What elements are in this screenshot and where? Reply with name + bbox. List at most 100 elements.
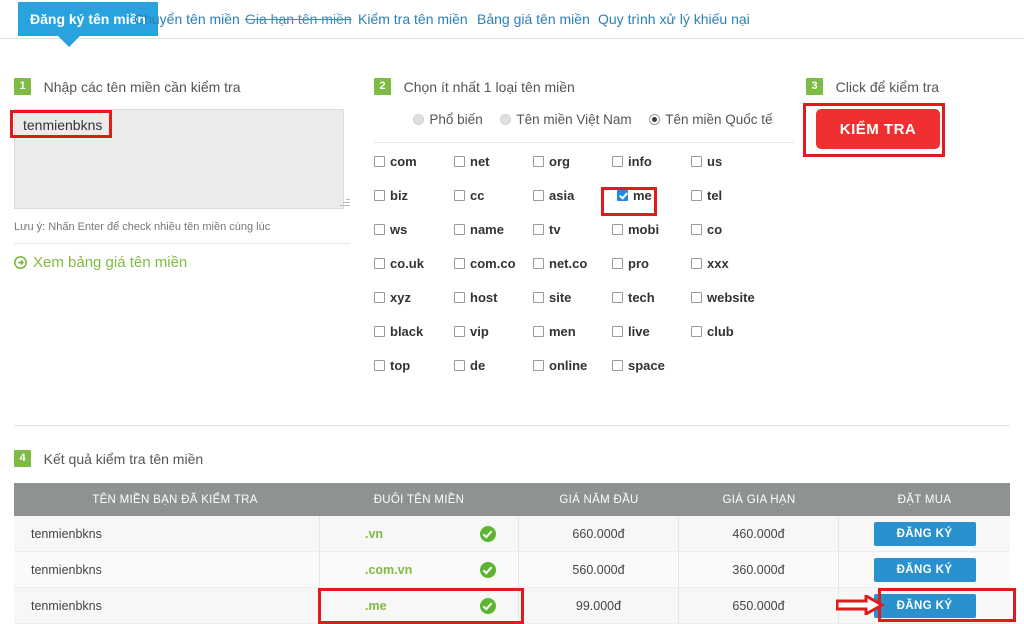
tld-checkbox-xxx[interactable]: xxx bbox=[691, 255, 729, 273]
tld-label: mobi bbox=[628, 222, 659, 237]
tld-checkbox-biz[interactable]: biz bbox=[374, 187, 408, 205]
step1-title: Nhập các tên miền cần kiểm tra bbox=[44, 79, 241, 95]
register-button[interactable]: ĐĂNG KÝ bbox=[874, 522, 976, 546]
checkbox-club-box bbox=[691, 326, 702, 337]
tld-label: co bbox=[707, 222, 722, 237]
arrow-circle-right-icon bbox=[14, 256, 27, 273]
radio-pho-bien[interactable]: Phổ biến bbox=[413, 112, 482, 127]
tld-checkbox-de[interactable]: de bbox=[454, 357, 485, 375]
tld-checkbox-us[interactable]: us bbox=[691, 153, 722, 171]
tab-quy-trinh-xu-ly-khieu-nai[interactable]: Quy trình xử lý khiếu nại bbox=[598, 0, 750, 38]
tld-checkbox-online[interactable]: online bbox=[533, 357, 587, 375]
tld-row: ws name tv mobi co bbox=[374, 221, 794, 255]
tld-checkbox-mobi[interactable]: mobi bbox=[612, 221, 659, 239]
tld-label: black bbox=[390, 324, 423, 339]
price-list-link[interactable]: Xem bảng giá tên miền bbox=[14, 254, 354, 273]
register-button[interactable]: ĐĂNG KÝ bbox=[874, 558, 976, 582]
checkbox-online-box bbox=[533, 360, 544, 371]
available-check-icon bbox=[480, 526, 496, 542]
tab-kiem-tra-ten-mien[interactable]: Kiểm tra tên miền bbox=[358, 0, 468, 38]
checkbox-space-box bbox=[612, 360, 623, 371]
cell-first-year: 99.000đ bbox=[519, 588, 679, 623]
checkbox-tel-box bbox=[691, 190, 702, 201]
tld-label: online bbox=[549, 358, 587, 373]
tld-row: xyz host site tech website bbox=[374, 289, 794, 323]
step3-badge: 3 bbox=[806, 78, 823, 95]
tab-chuyen-ten-mien[interactable]: Chuyển tên miền bbox=[134, 0, 240, 38]
tld-checkbox-net-co[interactable]: net.co bbox=[533, 255, 587, 273]
check-domain-button[interactable]: KIỂM TRA bbox=[816, 109, 940, 149]
table-row: tenmienbkns .vn 660.000đ 460.000đ ĐĂNG K… bbox=[14, 516, 1010, 552]
tld-label: site bbox=[549, 290, 571, 305]
tld-checkbox-info[interactable]: info bbox=[612, 153, 652, 171]
register-button[interactable]: ĐĂNG KÝ bbox=[874, 594, 976, 618]
tab-gia-han-ten-mien[interactable]: Gia hạn tên miền bbox=[245, 0, 352, 38]
tld-checkbox-asia[interactable]: asia bbox=[533, 187, 574, 205]
checkbox-mobi-box bbox=[612, 224, 623, 235]
checkbox-asia-box bbox=[533, 190, 544, 201]
tld-checkbox-live[interactable]: live bbox=[612, 323, 650, 341]
checkbox-net-box bbox=[454, 156, 465, 167]
step2-divider bbox=[374, 142, 794, 143]
radio-ten-mien-viet-nam-marker bbox=[500, 114, 511, 125]
tld-checkbox-black[interactable]: black bbox=[374, 323, 423, 341]
radio-pho-bien-label: Phổ biến bbox=[429, 112, 482, 127]
col1-divider bbox=[14, 243, 350, 244]
tld-checkbox-space[interactable]: space bbox=[612, 357, 665, 375]
cell-first-year: 560.000đ bbox=[519, 552, 679, 587]
tld-checkbox-site[interactable]: site bbox=[533, 289, 571, 307]
tld-checkbox-com-co[interactable]: com.co bbox=[454, 255, 516, 273]
tld-checkbox-ws[interactable]: ws bbox=[374, 221, 407, 239]
tld-label: pro bbox=[628, 256, 649, 271]
radio-ten-mien-viet-nam-label: Tên miền Việt Nam bbox=[516, 112, 631, 127]
tld-checkbox-org[interactable]: org bbox=[533, 153, 570, 171]
tld-checkbox-tel[interactable]: tel bbox=[691, 187, 722, 205]
tld-checkbox-xyz[interactable]: xyz bbox=[374, 289, 411, 307]
checkbox-me-box bbox=[617, 190, 628, 201]
radio-ten-mien-viet-nam[interactable]: Tên miền Việt Nam bbox=[500, 112, 631, 127]
checkbox-xyz-box bbox=[374, 292, 385, 303]
step4-header: 4 Kết quả kiểm tra tên miền bbox=[14, 450, 203, 467]
tld-checkbox-name[interactable]: name bbox=[454, 221, 504, 239]
checkbox-xxx-box bbox=[691, 258, 702, 269]
checkbox-co-box bbox=[691, 224, 702, 235]
tld-checkbox-club[interactable]: club bbox=[691, 323, 734, 341]
step1-header: 1 Nhập các tên miền cần kiểm tra bbox=[14, 78, 354, 95]
tld-checkbox-men[interactable]: men bbox=[533, 323, 576, 341]
tld-checkbox-co-uk[interactable]: co.uk bbox=[374, 255, 424, 273]
checkbox-info-box bbox=[612, 156, 623, 167]
domain-input[interactable] bbox=[14, 109, 344, 209]
checkbox-net-co-box bbox=[533, 258, 544, 269]
tld-label: ws bbox=[390, 222, 407, 237]
tld-checkbox-co[interactable]: co bbox=[691, 221, 722, 239]
tld-checkbox-me[interactable]: me bbox=[617, 187, 652, 205]
tld-checkbox-tv[interactable]: tv bbox=[533, 221, 561, 239]
tld-checkbox-host[interactable]: host bbox=[454, 289, 497, 307]
tld-checkbox-tech[interactable]: tech bbox=[612, 289, 655, 307]
tld-label: name bbox=[470, 222, 504, 237]
radio-ten-mien-quoc-te[interactable]: Tên miền Quốc tế bbox=[649, 112, 772, 127]
tld-checkbox-net[interactable]: net bbox=[454, 153, 490, 171]
tld-row: black vip men live club bbox=[374, 323, 794, 357]
tld-checkbox-cc[interactable]: cc bbox=[454, 187, 484, 205]
tld-checkbox-website[interactable]: website bbox=[691, 289, 755, 307]
available-check-icon bbox=[480, 562, 496, 578]
domain-input-wrap bbox=[14, 109, 354, 212]
tld-checkbox-com[interactable]: com bbox=[374, 153, 417, 171]
tld-label: biz bbox=[390, 188, 408, 203]
tld-checkbox-vip[interactable]: vip bbox=[454, 323, 489, 341]
cell-buy: ĐĂNG KÝ bbox=[839, 552, 1010, 587]
tab-bang-gia-ten-mien[interactable]: Bảng giá tên miền bbox=[477, 0, 590, 38]
tld-checkbox-top[interactable]: top bbox=[374, 357, 410, 375]
cell-domain: tenmienbkns bbox=[14, 516, 319, 551]
tld-label: net bbox=[470, 154, 490, 169]
tld-text: .vn bbox=[365, 527, 383, 541]
checkbox-black-box bbox=[374, 326, 385, 337]
tld-row: biz cc asia me tel bbox=[374, 187, 794, 221]
tld-checkbox-pro[interactable]: pro bbox=[612, 255, 649, 273]
tld-label: club bbox=[707, 324, 734, 339]
tld-text: .me bbox=[365, 599, 387, 613]
tld-label: asia bbox=[549, 188, 574, 203]
annotation-arrow-icon bbox=[836, 595, 884, 615]
tld-label: net.co bbox=[549, 256, 587, 271]
